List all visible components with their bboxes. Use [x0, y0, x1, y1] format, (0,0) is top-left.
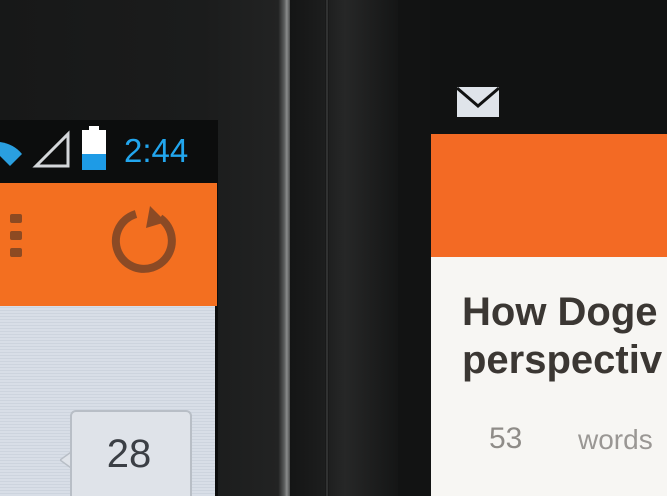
- word-count-label: words: [578, 424, 653, 455]
- refresh-icon[interactable]: [108, 204, 182, 283]
- wifi-icon: [0, 136, 24, 171]
- count-badge-value: 28: [106, 432, 152, 476]
- overflow-menu-icon[interactable]: [10, 214, 24, 270]
- right-action-bar: [431, 134, 667, 257]
- phone-edge-crease: [325, 0, 329, 496]
- article-title-line-2: perspectiv: [462, 338, 663, 382]
- article-title-line-1: How Doge: [462, 290, 658, 334]
- photo-scene: 2:44 28 How Doge perspectiv 53 words: [0, 0, 667, 496]
- status-time: 2:44: [124, 132, 189, 169]
- article-title[interactable]: How Doge perspectiv: [462, 288, 667, 384]
- battery-icon: [80, 126, 110, 177]
- phone-gap: [290, 0, 400, 496]
- word-count-value: 53: [489, 422, 523, 455]
- mail-icon: [456, 86, 500, 123]
- signal-icon: [32, 130, 72, 175]
